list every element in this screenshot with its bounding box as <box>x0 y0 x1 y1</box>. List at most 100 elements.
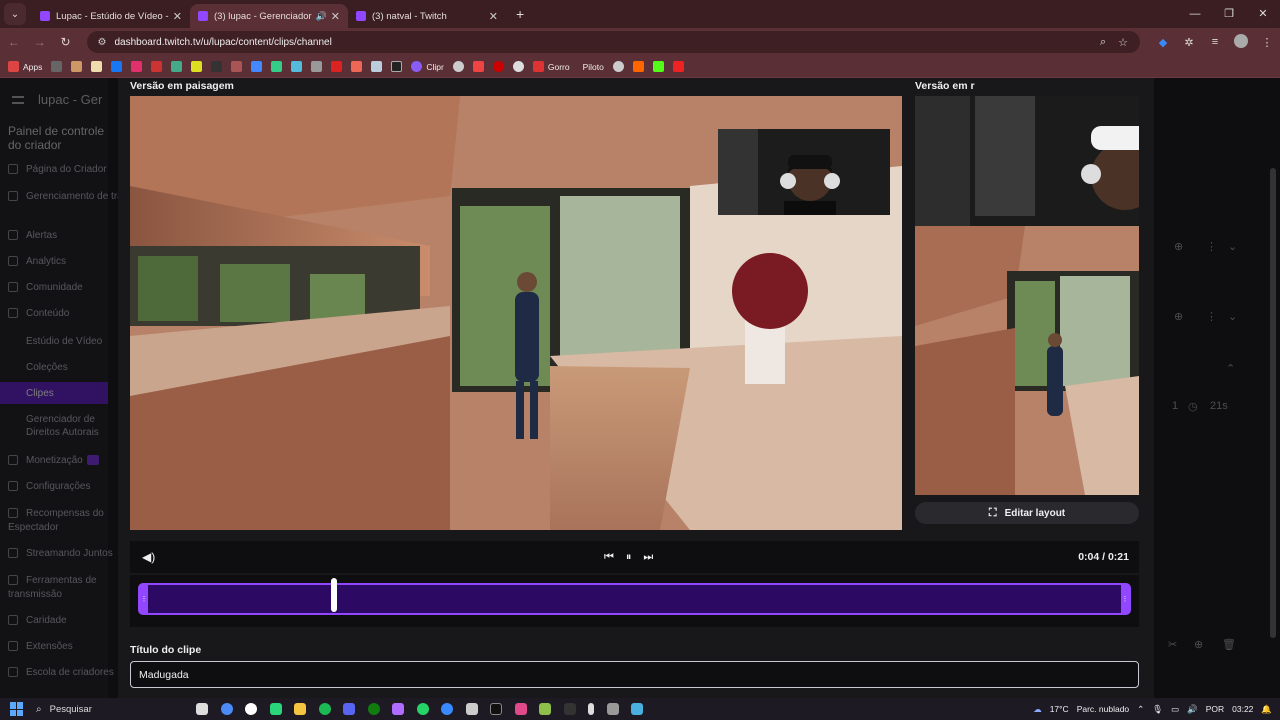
file-explorer-icon[interactable] <box>294 703 306 715</box>
sidebar-subitem-clips[interactable]: Clipes <box>26 387 54 400</box>
start-icon[interactable] <box>10 702 24 716</box>
media-control-icon[interactable]: ≡ <box>1202 36 1228 48</box>
clock[interactable]: 03:22 <box>1232 704 1253 714</box>
bookmark-item[interactable] <box>111 61 123 72</box>
bookmark-item[interactable] <box>331 61 343 72</box>
settings-icon[interactable] <box>606 703 619 715</box>
minimize-icon[interactable]: — <box>1178 0 1212 28</box>
app-icon[interactable] <box>588 703 594 715</box>
weather-desc[interactable]: Parc. nublado <box>1077 704 1129 714</box>
pause-icon[interactable]: ⏸ <box>626 551 632 564</box>
microphone-icon[interactable]: 🎙 <box>1152 704 1163 715</box>
bookmark-apps[interactable]: Apps <box>8 61 42 72</box>
sidebar-item-alerts[interactable]: Alertas <box>8 230 57 241</box>
chrome-icon[interactable] <box>220 703 233 715</box>
bookmark-item[interactable] <box>612 61 624 72</box>
app-icon[interactable] <box>269 703 282 715</box>
sidebar-subitem-rights[interactable]: Gerenciador de Direitos Autorais <box>26 413 106 439</box>
bookmark-item[interactable] <box>251 61 263 72</box>
input-language[interactable]: POR <box>1206 704 1224 714</box>
sidebar-item-content[interactable]: Conteúdo <box>8 308 69 319</box>
chevron-up-icon[interactable]: ⌃ <box>1226 362 1235 375</box>
sidebar-item-charity[interactable]: Caridade <box>8 615 67 626</box>
tab-search-dropdown-icon[interactable]: ⌄ <box>4 3 26 25</box>
network-icon[interactable]: ▭ <box>1171 704 1179 715</box>
bookmark-item[interactable] <box>151 61 163 72</box>
menu-kebab-icon[interactable]: ⋮ <box>1254 36 1280 49</box>
bookmark-item[interactable] <box>632 61 644 72</box>
sidebar-item-rewards[interactable]: Recompensas do Espectador <box>8 507 108 535</box>
bookmark-item[interactable] <box>492 61 504 72</box>
bookmark-item[interactable] <box>171 61 183 72</box>
trim-end-handle[interactable]: ⋮ <box>1121 585 1129 613</box>
bookmark-item[interactable] <box>191 61 203 72</box>
speaker-icon[interactable]: 🔊 <box>1187 704 1198 715</box>
bookmark-item[interactable] <box>71 61 83 72</box>
kebab-icon[interactable]: ⋮ <box>1206 240 1217 253</box>
bookmark-item[interactable] <box>391 61 403 72</box>
trim-start-handle[interactable]: ⋮ <box>140 585 148 613</box>
add-icon[interactable]: ⊕ <box>1174 310 1183 323</box>
tray-chevron-icon[interactable]: ⌃ <box>1137 704 1144 715</box>
trash-icon[interactable]: 🗑 <box>1222 638 1236 651</box>
bookmark-item[interactable] <box>672 61 684 72</box>
new-tab-icon[interactable]: + <box>516 6 524 22</box>
playhead-slider[interactable] <box>330 578 337 612</box>
bookmark-item[interactable] <box>652 61 664 72</box>
sidebar-item-extensions[interactable]: Extensões <box>8 641 73 652</box>
volume-icon[interactable]: ◀) <box>142 550 155 564</box>
sidebar-item-tools[interactable]: Ferramentas de transmissão <box>8 574 108 602</box>
back-icon[interactable]: ← <box>2 35 26 49</box>
chevron-down-icon[interactable]: ⌄ <box>1228 240 1237 253</box>
edit-layout-button[interactable]: ⛶ Editar layout <box>915 502 1139 524</box>
close-window-icon[interactable]: ✕ <box>1246 0 1280 28</box>
sidebar-item-streaming-together[interactable]: Streamando Juntos <box>8 548 113 559</box>
bookmark-item[interactable] <box>91 61 103 72</box>
close-tab-icon[interactable]: ✕ <box>489 10 498 23</box>
app-icon[interactable] <box>441 703 453 715</box>
extensions-puzzle-icon[interactable]: ✲ <box>1176 36 1202 49</box>
chevron-down-icon[interactable]: ⌄ <box>1228 310 1237 323</box>
task-view-icon[interactable] <box>196 703 208 715</box>
xbox-icon[interactable] <box>367 703 380 715</box>
bookmark-item[interactable] <box>472 61 484 72</box>
speaker-icon[interactable]: 🔊 <box>316 11 327 22</box>
sidebar-item-analytics[interactable]: Analytics <box>8 256 66 267</box>
weather-temp[interactable]: 17°C <box>1050 704 1069 714</box>
browser-tab-video-studio[interactable]: Lupac - Estúdio de Vídeo - Twitch ✕ <box>32 4 190 28</box>
profile-avatar[interactable] <box>1228 33 1254 51</box>
app-icon[interactable] <box>245 703 257 715</box>
app-icon[interactable] <box>392 703 404 715</box>
sidebar-item-monetization[interactable]: Monetização <box>8 455 99 466</box>
notifications-icon[interactable]: 🔔 <box>1261 704 1272 715</box>
hamburger-menu-icon[interactable] <box>12 96 24 104</box>
skip-back-icon[interactable]: ⏮ <box>604 551 614 564</box>
kebab-icon[interactable]: ⋮ <box>1206 310 1217 323</box>
bookmark-item[interactable] <box>311 61 323 72</box>
bookmark-item[interactable] <box>271 61 283 72</box>
sidebar-item-settings[interactable]: Configurações <box>8 481 90 492</box>
bookmark-item[interactable] <box>351 61 363 72</box>
trim-range[interactable]: ⋮ ⋮ <box>138 583 1131 615</box>
app-icon[interactable] <box>539 703 551 715</box>
close-tab-icon[interactable]: ✕ <box>173 10 182 23</box>
forward-icon[interactable]: → <box>28 35 52 49</box>
app-icon[interactable] <box>563 703 576 715</box>
whatsapp-icon[interactable] <box>416 703 429 715</box>
app-icon[interactable] <box>465 703 478 715</box>
bookmark-item[interactable] <box>131 61 143 72</box>
add-icon[interactable]: ⊕ <box>1194 638 1203 651</box>
bookmark-piloto[interactable]: Piloto <box>579 62 604 72</box>
sidebar-subitem-video-studio[interactable]: Estúdio de Vídeo <box>26 335 102 348</box>
discord-icon[interactable] <box>343 703 355 715</box>
skip-forward-icon[interactable]: ⏭ <box>643 551 653 564</box>
add-icon[interactable]: ⊕ <box>1174 240 1183 253</box>
restore-icon[interactable]: ❐ <box>1212 0 1246 28</box>
taskbar-search[interactable]: ⌕ Pesquisar <box>36 704 166 715</box>
bookmark-item[interactable] <box>452 61 464 72</box>
bookmark-gorro[interactable]: Gorro <box>532 61 570 72</box>
sidebar-item-home[interactable]: Página do Criador <box>8 164 107 175</box>
bookmark-clipr[interactable]: Clipr <box>411 61 444 72</box>
url-bar[interactable]: ⚙ dashboard.twitch.tv/u/lupac/content/cl… <box>87 31 1140 53</box>
bookmark-item[interactable] <box>512 61 524 72</box>
